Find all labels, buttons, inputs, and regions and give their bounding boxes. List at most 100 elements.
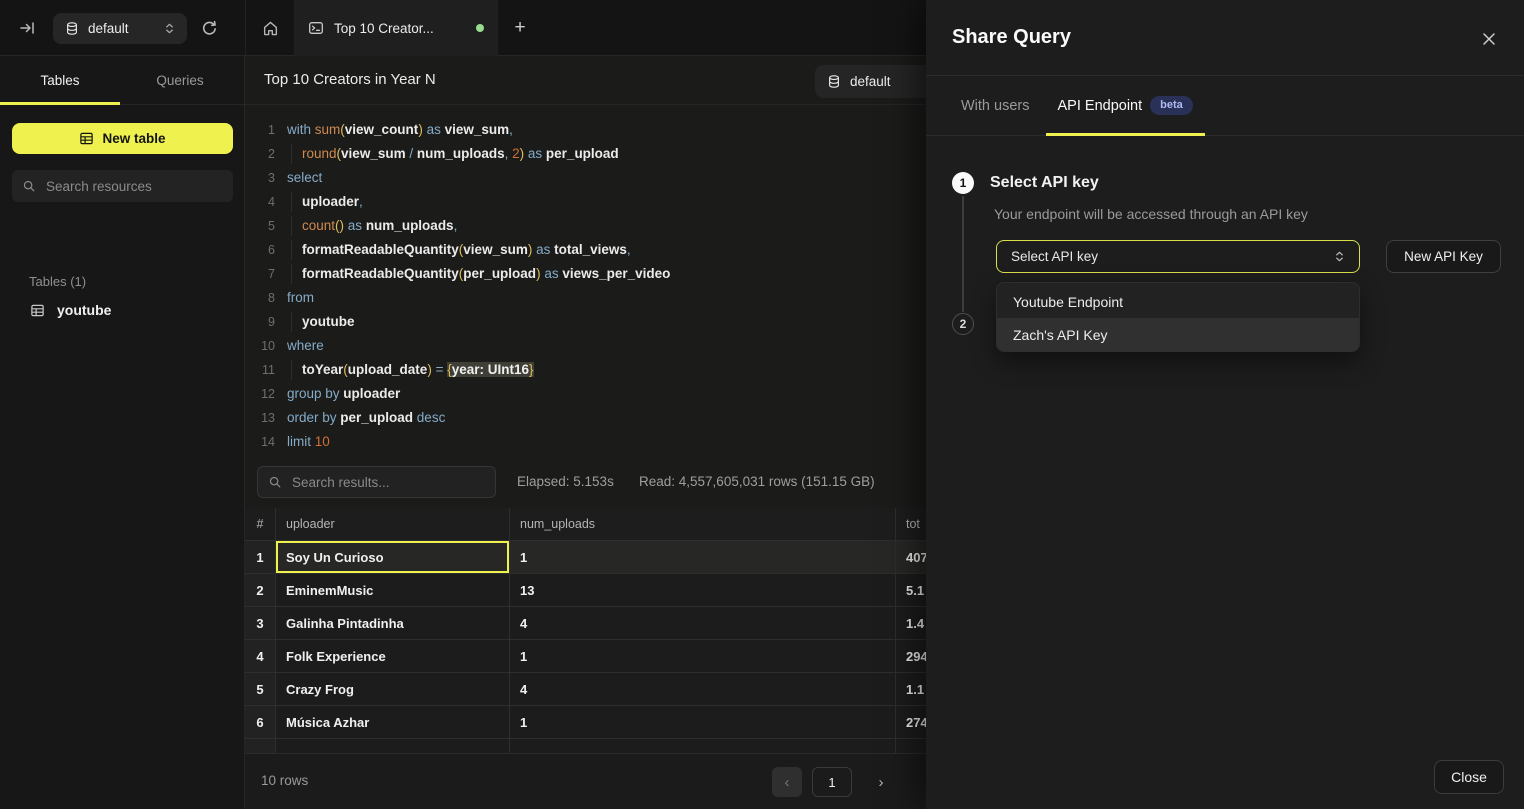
code-text: group by uploader — [287, 382, 400, 406]
new-api-key-button[interactable]: New API Key — [1386, 240, 1501, 273]
api-key-option[interactable]: Zach's API Key — [997, 318, 1359, 351]
pagination-next-button[interactable]: › — [866, 767, 896, 797]
code-text: formatReadableQuantity(per_upload) as vi… — [287, 262, 670, 286]
app-root: default Top 10 Creator... + Tables Queri… — [0, 0, 1524, 809]
collapse-sidebar-icon[interactable] — [18, 20, 36, 36]
cell-num-uploads[interactable]: 13 — [510, 574, 896, 606]
sidebar-tabs: Tables Queries — [0, 56, 244, 105]
line-number: 14 — [245, 430, 275, 454]
pagination-prev-button[interactable]: ‹ — [772, 767, 802, 797]
code-text: uploader, — [287, 190, 363, 214]
terminal-icon — [308, 20, 324, 36]
cell-uploader[interactable]: EminemMusic — [276, 574, 510, 606]
results-search-input[interactable] — [290, 474, 485, 491]
cell-uploader[interactable]: Galinha Pintadinha — [276, 607, 510, 639]
new-tab-button[interactable]: + — [498, 0, 542, 56]
step-connector-line — [962, 196, 964, 312]
cell-num-uploads[interactable]: 4 — [510, 673, 896, 705]
new-table-label: New table — [102, 131, 165, 146]
code-text: select — [287, 166, 322, 190]
cell-num-uploads[interactable] — [510, 739, 896, 753]
tab-query-editor[interactable]: Top 10 Creator... — [294, 0, 498, 56]
chevron-updown-icon — [1334, 250, 1345, 263]
line-number: 5 — [245, 214, 275, 238]
code-text: from — [287, 286, 314, 310]
cell-num-uploads[interactable]: 1 — [510, 640, 896, 672]
line-number: 7 — [245, 262, 275, 286]
step-1-description: Your endpoint will be accessed through a… — [994, 206, 1308, 222]
row-index[interactable]: 2 — [245, 574, 276, 606]
cell-num-uploads[interactable]: 1 — [510, 706, 896, 738]
row-index[interactable]: 3 — [245, 607, 276, 639]
pagination-current-page[interactable]: 1 — [812, 767, 852, 797]
row-count: 10 rows — [261, 773, 308, 788]
chevron-updown-icon — [164, 22, 175, 35]
cell-uploader[interactable] — [276, 739, 510, 753]
tab-with-users-label: With users — [961, 98, 1030, 114]
api-key-select-value: Select API key — [1011, 249, 1334, 264]
refresh-icon[interactable] — [200, 19, 218, 37]
code-text: toYear(upload_date) = {year: UInt16} — [287, 358, 534, 382]
row-index[interactable]: 5 — [245, 673, 276, 705]
step-1-title: Select API key — [990, 174, 1099, 192]
step-2-indicator: 2 — [952, 313, 974, 335]
code-text: youtube — [287, 310, 355, 334]
panel-close-button[interactable]: Close — [1434, 760, 1504, 794]
tables-list: youtube — [0, 294, 244, 326]
sidebar-search-input[interactable] — [44, 178, 223, 195]
cell-num-uploads[interactable]: 1 — [510, 541, 896, 573]
close-icon[interactable] — [1480, 30, 1498, 48]
line-number: 12 — [245, 382, 275, 406]
cell-uploader[interactable]: Música Azhar — [276, 706, 510, 738]
column-header-index[interactable]: # — [245, 508, 276, 540]
row-index[interactable]: 6 — [245, 706, 276, 738]
cell-uploader[interactable]: Folk Experience — [276, 640, 510, 672]
column-header-num-uploads[interactable]: num_uploads — [510, 508, 896, 540]
line-number: 10 — [245, 334, 275, 358]
row-index[interactable]: 1 — [245, 541, 276, 573]
code-text: formatReadableQuantity(view_sum) as tota… — [287, 238, 631, 262]
query-title: Top 10 Creators in Year N — [264, 71, 436, 88]
tab-label: Top 10 Creator... — [334, 21, 466, 36]
database-selector-value: default — [88, 21, 155, 36]
code-text: round(view_sum / num_uploads, 2) as per_… — [287, 142, 619, 166]
home-icon[interactable] — [246, 0, 294, 56]
unsaved-status-dot — [476, 24, 484, 32]
line-number: 9 — [245, 310, 275, 334]
line-number: 4 — [245, 190, 275, 214]
api-key-select[interactable]: Select API key — [996, 240, 1360, 273]
code-text: with sum(view_count) as view_sum, — [287, 118, 513, 142]
search-icon — [268, 475, 282, 489]
table-icon — [79, 131, 94, 146]
column-header-uploader[interactable]: uploader — [276, 508, 510, 540]
line-number: 6 — [245, 238, 275, 262]
share-query-panel: Share Query With users API Endpoint beta… — [926, 0, 1524, 809]
api-key-dropdown-menu: Youtube EndpointZach's API Key — [996, 282, 1360, 352]
sidebar-table-item[interactable]: youtube — [0, 294, 244, 326]
code-text: limit 10 — [287, 430, 330, 454]
row-index[interactable]: 4 — [245, 640, 276, 672]
cell-uploader[interactable]: Crazy Frog — [276, 673, 510, 705]
sidebar-search[interactable] — [12, 170, 233, 202]
share-panel-tabs: With users API Endpoint beta — [926, 76, 1524, 136]
row-index[interactable] — [245, 739, 276, 753]
tables-section-label: Tables (1) — [29, 274, 86, 289]
sidebar-tab-tables[interactable]: Tables — [0, 56, 120, 104]
query-database-chip-label: default — [850, 74, 891, 89]
line-number: 2 — [245, 142, 275, 166]
tab-with-users[interactable]: With users — [961, 76, 1030, 135]
results-search[interactable] — [257, 466, 496, 498]
sidebar-tab-queries[interactable]: Queries — [120, 56, 240, 104]
table-name: youtube — [57, 302, 111, 318]
new-table-button[interactable]: New table — [12, 123, 233, 154]
cell-uploader[interactable]: Soy Un Curioso — [276, 541, 510, 573]
database-selector[interactable]: default — [53, 13, 187, 44]
cell-num-uploads[interactable]: 4 — [510, 607, 896, 639]
line-number: 1 — [245, 118, 275, 142]
share-panel-header: Share Query — [926, 0, 1524, 76]
step-1-indicator: 1 — [952, 172, 974, 194]
code-text: order by per_upload desc — [287, 406, 445, 430]
tab-api-endpoint[interactable]: API Endpoint beta — [1058, 76, 1193, 135]
code-text: count() as num_uploads, — [287, 214, 457, 238]
api-key-option[interactable]: Youtube Endpoint — [997, 285, 1359, 318]
